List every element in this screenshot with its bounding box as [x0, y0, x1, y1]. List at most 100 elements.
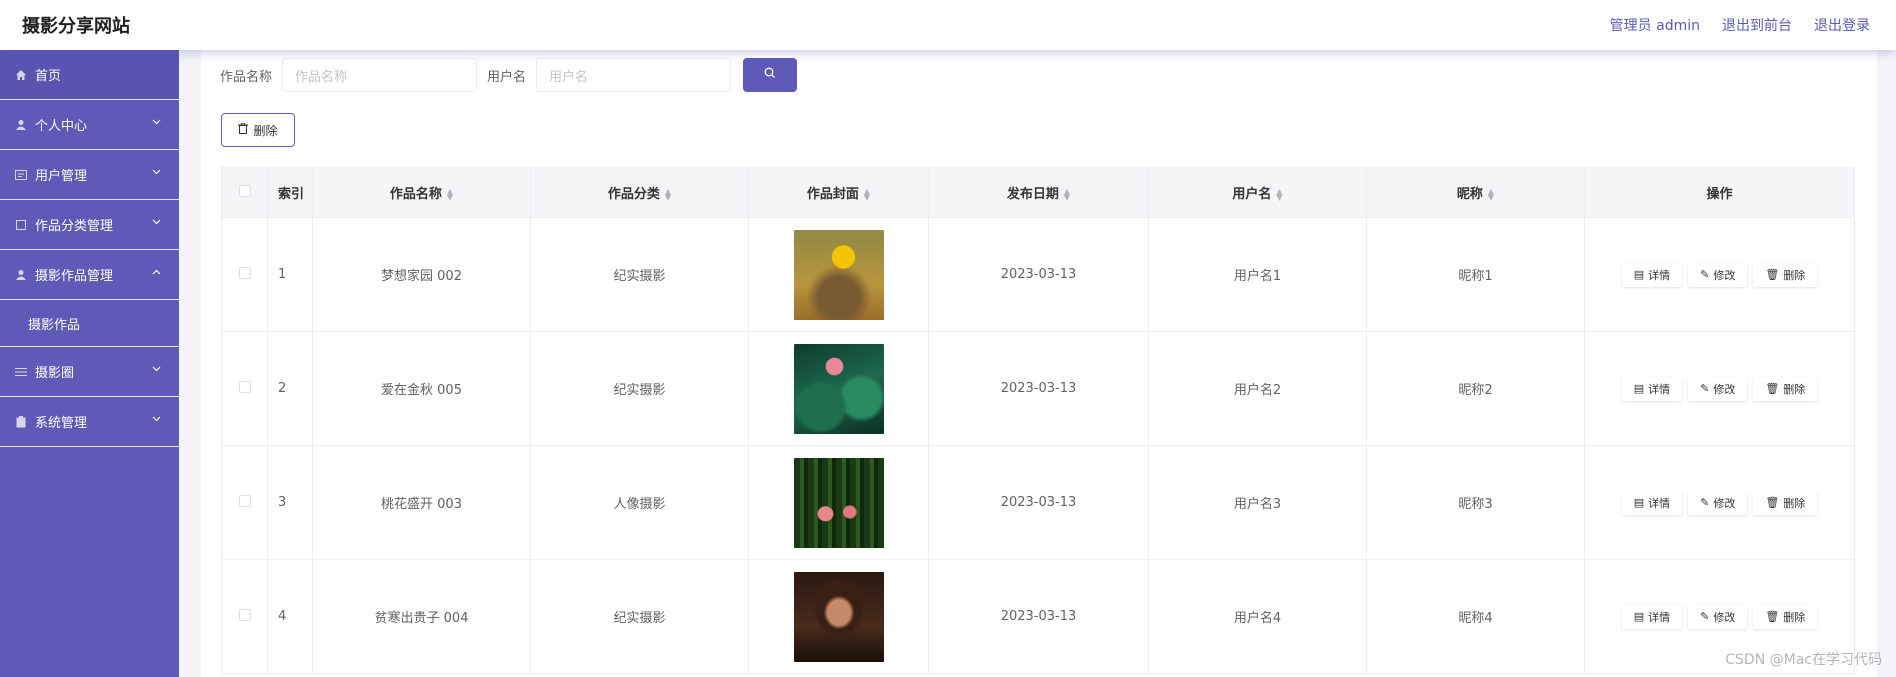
cell-name: 桃花盛开 003 [312, 445, 531, 560]
col-cover[interactable]: 作品封面 ▲ ▼ [748, 167, 929, 218]
search-button[interactable] [743, 58, 798, 92]
pencil-icon: ✎ [1700, 496, 1710, 509]
cell-index: 1 [267, 217, 313, 332]
delete-label: 删除 [1783, 382, 1806, 396]
username-input[interactable]: 用户名 [536, 58, 732, 92]
delete-button[interactable]: 🗑 删除 [1753, 604, 1818, 629]
col-date[interactable]: 发布日期 ▲ ▼ [928, 167, 1149, 218]
chevron-down-icon [152, 117, 161, 128]
table-row: 3 桃花盛开 003 人像摄影 2023-03-13 用户名3 昵称3 ▤ 详情 ✎… [221, 445, 1855, 560]
row-checkbox[interactable] [238, 380, 251, 393]
edit-button[interactable]: ✎ 修改 [1688, 376, 1748, 401]
logout-link[interactable]: 退出登录 [1814, 15, 1870, 35]
row-select-cell[interactable] [221, 445, 268, 560]
sort-icon[interactable]: ▲ ▼ [447, 187, 453, 201]
cell-nick: 昵称3 [1366, 445, 1585, 560]
person-icon [14, 268, 28, 282]
edit-label: 修改 [1713, 496, 1736, 510]
cell-nick: 昵称1 [1366, 217, 1585, 332]
row-select-cell[interactable] [221, 331, 268, 446]
delete-button[interactable]: 🗑 删除 [1753, 490, 1818, 515]
work-name-placeholder: 作品名称 [295, 69, 348, 85]
sidebar-item-works[interactable]: 摄影作品管理 [0, 250, 179, 300]
content-left-margin [179, 50, 201, 677]
table-header-row: 索引 作品名称 ▲ ▼ 作品分类 ▲ ▼ 作品封面 ▲ ▼ 发布日期 ▲ ▼ 用户名 ▲ ▼ 昵称 ▲… [221, 167, 1855, 218]
detail-label: 详情 [1648, 610, 1671, 624]
cell-nick: 昵称2 [1366, 331, 1585, 446]
detail-button[interactable]: ▤ 详情 [1621, 490, 1683, 515]
cell-user: 用户名2 [1148, 331, 1367, 446]
chevron-down-icon [152, 217, 161, 228]
chevron-down-icon [152, 364, 161, 375]
row-checkbox[interactable] [238, 494, 251, 507]
document-icon: ▤ [1633, 268, 1645, 281]
detail-button[interactable]: ▤ 详情 [1621, 604, 1683, 629]
document-icon: ▤ [1633, 610, 1645, 623]
sidebar-item-system[interactable]: 系统管理 [0, 397, 179, 447]
cell-name: 爱在金秋 005 [312, 331, 531, 446]
detail-button[interactable]: ▤ 详情 [1621, 262, 1683, 287]
sidebar-item-circle[interactable]: 摄影圈 [0, 347, 179, 397]
delete-label: 删除 [1783, 496, 1806, 510]
sidebar-item-users[interactable]: 用户管理 [0, 150, 179, 200]
home-icon [14, 68, 28, 82]
detail-label: 详情 [1648, 382, 1671, 396]
user-icon [14, 118, 28, 132]
col-user[interactable]: 用户名 ▲ ▼ [1148, 167, 1367, 218]
col-name[interactable]: 作品名称 ▲ ▼ [312, 167, 531, 218]
document-icon: ▤ [1633, 382, 1645, 395]
sidebar-item-category[interactable]: 作品分类管理 [0, 200, 179, 250]
search-icon [764, 67, 776, 83]
edit-button[interactable]: ✎ 修改 [1688, 604, 1748, 629]
cell-category: 纪实摄影 [530, 559, 749, 674]
sidebar-item-label: 摄影作品管理 [35, 269, 114, 284]
delete-label: 删除 [1783, 610, 1806, 624]
delete-button[interactable]: 🗑 删除 [1753, 376, 1818, 401]
chevron-down-icon [152, 167, 161, 178]
col-nick[interactable]: 昵称 ▲ ▼ [1366, 167, 1585, 218]
sort-icon[interactable]: ▲ ▼ [665, 187, 671, 201]
top-bar: 摄影分享网站 管理员 admin 退出到前台 退出登录 [0, 0, 1896, 50]
sort-icon[interactable]: ▲ ▼ [1276, 187, 1282, 201]
cell-actions: ▤ 详情 ✎ 修改 🗑 删除 [1584, 445, 1855, 560]
row-checkbox[interactable] [238, 608, 251, 621]
row-select-cell[interactable] [221, 559, 268, 674]
edit-button[interactable]: ✎ 修改 [1688, 490, 1748, 515]
username-placeholder: 用户名 [549, 69, 589, 85]
sidebar-item-label: 摄影作品 [28, 317, 81, 333]
delete-button[interactable]: 🗑 删除 [1753, 262, 1818, 287]
document-icon: ▤ [1633, 496, 1645, 509]
col-name-label: 作品名称 [389, 187, 442, 202]
sort-icon[interactable]: ▲ ▼ [864, 187, 870, 201]
row-select-cell[interactable] [221, 217, 268, 332]
exit-to-front-link[interactable]: 退出到前台 [1722, 15, 1792, 35]
cover-image [793, 571, 884, 662]
cell-date: 2023-03-13 [928, 331, 1149, 446]
cell-date: 2023-03-13 [928, 559, 1149, 674]
col-category[interactable]: 作品分类 ▲ ▼ [530, 167, 749, 218]
sort-icon[interactable]: ▲ ▼ [1488, 187, 1494, 201]
cover-image [793, 343, 884, 434]
batch-delete-button[interactable]: 删除 [221, 113, 295, 147]
col-date-label: 发布日期 [1006, 187, 1059, 202]
col-cover-label: 作品封面 [806, 187, 859, 202]
detail-button[interactable]: ▤ 详情 [1621, 376, 1683, 401]
work-name-input[interactable]: 作品名称 [282, 58, 478, 92]
top-links: 管理员 admin 退出到前台 退出登录 [1610, 15, 1870, 35]
row-checkbox[interactable] [238, 266, 251, 279]
chevron-up-icon [152, 267, 161, 278]
select-all-checkbox[interactable] [238, 184, 251, 197]
sort-icon[interactable]: ▲ ▼ [1064, 187, 1070, 201]
sidebar-subitem-photo-works[interactable]: 摄影作品 [0, 300, 179, 347]
cell-cover [748, 331, 929, 446]
delete-label: 删除 [1783, 268, 1806, 282]
batch-delete-label: 删除 [253, 123, 278, 138]
col-user-label: 用户名 [1232, 187, 1272, 202]
cell-actions: ▤ 详情 ✎ 修改 🗑 删除 [1584, 217, 1855, 332]
edit-button[interactable]: ✎ 修改 [1688, 262, 1748, 287]
sidebar-item-personal[interactable]: 个人中心 [0, 100, 179, 150]
cell-index: 4 [267, 559, 313, 674]
sidebar-item-home[interactable]: 首页 [0, 50, 179, 100]
select-all-cell[interactable] [221, 167, 268, 218]
cell-name: 贫寒出贵子 004 [312, 559, 531, 674]
